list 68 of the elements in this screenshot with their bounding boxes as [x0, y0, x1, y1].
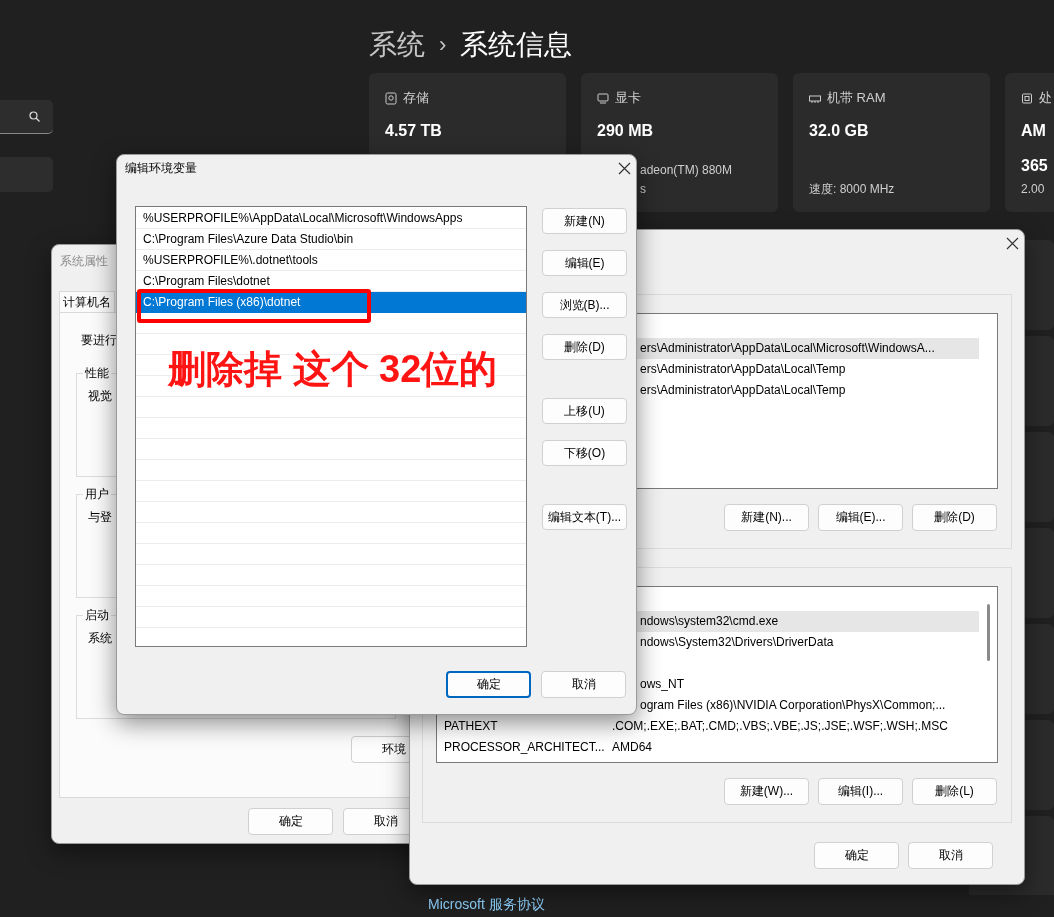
card-value: 32.0 GB — [809, 121, 870, 141]
breadcrumb-separator: › — [439, 31, 447, 59]
intro-text: 要进行 — [81, 332, 118, 349]
close-icon[interactable] — [618, 162, 631, 175]
card-label: 存储 — [403, 89, 429, 107]
new-button[interactable]: 新建(W)... — [724, 778, 809, 805]
card-label: 处 — [1039, 89, 1052, 107]
ok-button[interactable]: 确定 — [248, 808, 333, 835]
delete-button[interactable]: 删除(D) — [542, 334, 627, 360]
move-down-button[interactable]: 下移(O) — [542, 440, 627, 466]
list-item[interactable]: C:\Program Files (x86)\dotnet — [136, 292, 526, 313]
list-row[interactable]: PROCESSOR_ARCHITECT... AMD64 — [437, 737, 979, 758]
hard-drive-icon — [385, 91, 397, 105]
card-value: 290 MB — [597, 121, 655, 141]
cancel-button[interactable]: 取消 — [541, 671, 626, 698]
card-detail: adeon(TM) 880M — [640, 162, 734, 179]
search-icon — [29, 111, 40, 122]
variable-value: ogram Files (x86)\NVIDIA Corporation\PhysX\Common;... — [640, 698, 946, 712]
close-icon[interactable] — [1006, 237, 1019, 250]
move-up-button[interactable]: 上移(U) — [542, 398, 627, 424]
search-field[interactable] — [0, 100, 53, 134]
ok-button[interactable]: 确定 — [814, 842, 899, 869]
window-title: 编辑环境变量 — [125, 159, 197, 177]
list-item[interactable]: C:\Program Files\Azure Data Studio\bin — [136, 229, 526, 250]
group-text: 视觉 — [88, 389, 112, 403]
delete-button[interactable]: 删除(D) — [912, 504, 997, 531]
card-value: 4.57 TB — [385, 121, 443, 141]
scrollbar-thumb[interactable] — [987, 604, 990, 661]
footer-link[interactable]: Microsoft 服务协议 — [428, 895, 545, 913]
group-label: 用户 — [83, 486, 111, 502]
variable-value: AMD64 — [612, 740, 652, 754]
variable-name: PROCESSOR_ARCHITECT... — [444, 740, 605, 754]
variable-name: PATHEXT — [444, 719, 498, 733]
new-button[interactable]: 新建(N)... — [724, 504, 809, 531]
breadcrumb-item[interactable]: 系统 — [369, 25, 425, 65]
edit-text-button[interactable]: 编辑文本(T)... — [542, 504, 627, 530]
edit-button[interactable]: 编辑(I)... — [818, 778, 903, 805]
list-item[interactable]: %USERPROFILE%\.dotnet\tools — [136, 250, 526, 271]
list-item[interactable]: %USERPROFILE%\AppData\Local\Microsoft\WindowsApps — [136, 208, 526, 229]
ok-button[interactable]: 确定 — [446, 671, 531, 698]
card-value: 365 — [1021, 156, 1049, 176]
cancel-button[interactable]: 取消 — [908, 842, 993, 869]
variable-value: ndows\System32\Drivers\DriverData — [640, 635, 834, 649]
group-label: 性能 — [83, 365, 111, 381]
variable-value: .COM;.EXE;.BAT;.CMD;.VBS;.VBE;.JS;.JSE;.WSF;.WSH;.MSC — [612, 719, 948, 733]
delete-button[interactable]: 删除(L) — [912, 778, 997, 805]
card-detail: s — [640, 181, 647, 198]
card-label: 机带 RAM — [827, 89, 886, 107]
window-title: 系统属性 — [60, 252, 108, 270]
group-label: 启动 — [83, 607, 111, 623]
page-title: 系统信息 — [460, 28, 573, 62]
new-button[interactable]: 新建(N) — [542, 208, 627, 234]
variable-value: ers\Administrator\AppData\Local\Temp — [640, 383, 846, 397]
browse-button[interactable]: 浏览(B)... — [542, 292, 627, 318]
edit-button[interactable]: 编辑(E)... — [818, 504, 903, 531]
card-detail: 速度: 8000 MHz — [809, 181, 896, 198]
tab[interactable]: 计算机名 — [59, 291, 115, 312]
group-text: 与登 — [88, 510, 112, 524]
variable-value: ndows\system32\cmd.exe — [640, 614, 779, 628]
display-card-icon — [597, 91, 609, 105]
edit-button[interactable]: 编辑(E) — [542, 250, 627, 276]
list-row[interactable]: PATHEXT .COM;.EXE;.BAT;.CMD;.VBS;.VBE;.JS;.JSE;.WSF;.WSH;.MSC — [437, 716, 979, 737]
card-detail: 2.00 — [1021, 181, 1046, 198]
processor-icon — [1021, 91, 1033, 105]
card-label: 显卡 — [615, 89, 641, 107]
card-value: AM — [1021, 121, 1047, 141]
group-text: 系统 — [88, 631, 112, 645]
variable-value: ers\Administrator\AppData\Local\Microsoft\WindowsA... — [640, 341, 935, 355]
